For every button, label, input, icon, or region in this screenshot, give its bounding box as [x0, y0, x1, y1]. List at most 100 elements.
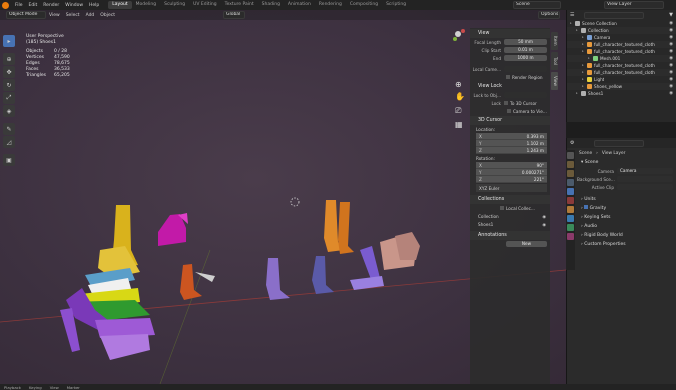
- audio-section[interactable]: › Audio: [577, 222, 676, 231]
- select-tool-icon[interactable]: ▸: [3, 35, 15, 47]
- units-section[interactable]: › Units: [577, 195, 676, 204]
- viewport-menu-add[interactable]: Add: [83, 13, 98, 18]
- playback-menu[interactable]: Playback: [0, 385, 25, 390]
- cursor-tool-icon[interactable]: ⊕: [3, 53, 15, 65]
- workspace-tab-scripting[interactable]: Scripting: [382, 1, 410, 9]
- workspace-tab-texture-paint[interactable]: Texture Paint: [221, 1, 258, 9]
- workspace-tab-rendering[interactable]: Rendering: [315, 1, 346, 9]
- npanel-tab-item[interactable]: Item: [551, 32, 558, 50]
- rigid-body-world-section[interactable]: › Rigid Body World: [577, 231, 676, 240]
- eye-icon[interactable]: ◉: [669, 69, 673, 76]
- transform-tool-icon[interactable]: ◈: [3, 105, 15, 117]
- options-dropdown[interactable]: Options: [538, 11, 560, 19]
- keying-sets-section[interactable]: › Keying Sets: [577, 213, 676, 222]
- eye-icon[interactable]: ◉: [669, 48, 673, 55]
- eye-icon[interactable]: ◉: [669, 27, 673, 34]
- workspace-tab-modeling[interactable]: Modeling: [132, 1, 160, 9]
- gravity-checkbox[interactable]: [584, 205, 589, 209]
- cursor-rotation-y[interactable]: Y 0.000271°: [476, 169, 547, 176]
- cursor-location-z[interactable]: Z 1.243 m: [476, 147, 547, 154]
- purple-boot[interactable]: [266, 258, 290, 300]
- menu-edit[interactable]: Edit: [26, 3, 41, 8]
- navy-boot[interactable]: [312, 256, 334, 294]
- measure-tool-icon[interactable]: ◿: [3, 136, 15, 148]
- local-camera-field[interactable]: [504, 65, 547, 73]
- gravity-section[interactable]: › Gravity: [577, 204, 676, 213]
- eye-icon[interactable]: ◉: [669, 83, 673, 90]
- eye-icon[interactable]: ◉: [669, 41, 673, 48]
- world-tab-icon[interactable]: [567, 197, 574, 204]
- annotations-header[interactable]: Annotations: [470, 231, 550, 240]
- outliner-row[interactable]: ▸ full_character_textured_cloth ◉: [567, 69, 676, 76]
- add-cube-tool-icon[interactable]: ▣: [3, 154, 15, 166]
- filter-icon[interactable]: ▼: [669, 12, 673, 18]
- workspace-tab-layout[interactable]: Layout: [108, 1, 132, 9]
- orange-tall-boots[interactable]: [324, 200, 354, 254]
- npanel-tab-view[interactable]: View: [551, 72, 558, 90]
- keying-menu[interactable]: Keying: [25, 385, 46, 390]
- tool-tab-icon[interactable]: [567, 152, 574, 159]
- workspace-tab-compositing[interactable]: Compositing: [346, 1, 382, 9]
- collection-row[interactable]: Shoes1 ◉: [470, 220, 550, 228]
- local-collections-checkbox[interactable]: [500, 206, 504, 210]
- scene-section-header[interactable]: ▾ Scene: [577, 158, 676, 167]
- transform-orientation-selector[interactable]: Global: [222, 11, 245, 19]
- menu-help[interactable]: Help: [86, 3, 102, 8]
- view-menu[interactable]: View: [46, 385, 63, 390]
- zoom-icon[interactable]: ⊕: [455, 80, 462, 89]
- yellow-boot[interactable]: [98, 205, 140, 278]
- properties-editor-icon[interactable]: ⚙: [570, 140, 574, 146]
- annotate-tool-icon[interactable]: ✎: [3, 123, 15, 135]
- viewport-menu-view[interactable]: View: [46, 13, 63, 18]
- outliner-row[interactable]: ▸ full_character_textured_cloth ◉: [567, 62, 676, 69]
- outliner-editor-icon[interactable]: ☰: [570, 12, 574, 18]
- object-tab-icon[interactable]: [567, 206, 574, 213]
- rotation-mode-select[interactable]: XYZ Euler: [476, 184, 547, 192]
- physics-tab-icon[interactable]: [567, 224, 574, 231]
- menu-file[interactable]: File: [12, 3, 26, 8]
- outliner-row[interactable]: ▸ Shoes1 ◉: [567, 90, 676, 97]
- material-tab-icon[interactable]: [567, 233, 574, 240]
- scene-tab-icon[interactable]: [567, 188, 574, 195]
- scale-tool-icon[interactable]: ⤢: [3, 92, 15, 104]
- collections-header[interactable]: Collections: [470, 195, 550, 204]
- eye-icon[interactable]: ◉: [669, 90, 673, 97]
- navigation-gizmo[interactable]: [450, 26, 466, 42]
- outliner-row[interactable]: ▸ full_character_textured_cloth ◉: [567, 41, 676, 48]
- output-tab-icon[interactable]: [567, 170, 574, 177]
- workspace-tab-uv-editing[interactable]: UV Editing: [189, 1, 220, 9]
- view-lock-header[interactable]: View Lock: [470, 82, 550, 91]
- eye-icon[interactable]: ◉: [669, 62, 673, 69]
- violet-heels[interactable]: [350, 246, 384, 290]
- modifiers-tab-icon[interactable]: [567, 215, 574, 222]
- outliner-row[interactable]: ▸ Camera ◉: [567, 34, 676, 41]
- menu-window[interactable]: Window: [62, 3, 86, 8]
- eye-icon[interactable]: ◉: [669, 20, 673, 27]
- clip-end-field[interactable]: 1000 m: [504, 54, 547, 62]
- pan-hand-icon[interactable]: ✋: [455, 92, 465, 101]
- 3d-cursor-icon[interactable]: [290, 197, 300, 207]
- eye-icon[interactable]: ◉: [669, 76, 673, 83]
- viewport-menu-select[interactable]: Select: [63, 13, 83, 18]
- outliner-row[interactable]: ▸ Light ◉: [567, 76, 676, 83]
- viewport-menu-object[interactable]: Object: [97, 13, 118, 18]
- rotate-tool-icon[interactable]: ↻: [3, 79, 15, 91]
- marker-menu[interactable]: Marker: [63, 385, 84, 390]
- new-annotation-button[interactable]: New: [506, 240, 547, 248]
- camera-to-view-row[interactable]: Camera to Vie...: [470, 107, 550, 115]
- eye-icon[interactable]: ◉: [669, 55, 673, 62]
- properties-search-input[interactable]: [594, 139, 645, 147]
- view-layer-selector[interactable]: View Layer: [604, 1, 664, 9]
- render-region-checkbox[interactable]: [506, 75, 510, 79]
- cursor-rotation-z[interactable]: Z 221°: [476, 176, 547, 183]
- cursor-rotation-x[interactable]: X 90°: [476, 162, 547, 169]
- magenta-heel[interactable]: [158, 213, 188, 246]
- to-3d-cursor-checkbox[interactable]: [504, 101, 508, 105]
- 3d-cursor-header[interactable]: 3D Cursor: [470, 116, 550, 125]
- eye-icon[interactable]: ◉: [542, 222, 546, 227]
- blender-logo-icon[interactable]: [2, 1, 9, 9]
- local-collections-row[interactable]: Local Collec...: [470, 204, 550, 212]
- ortho-toggle-icon[interactable]: ▦: [455, 120, 463, 129]
- view-panel-header[interactable]: View: [470, 29, 550, 38]
- outliner-row[interactable]: ▸ full_character_textured_cloth ◉: [567, 48, 676, 55]
